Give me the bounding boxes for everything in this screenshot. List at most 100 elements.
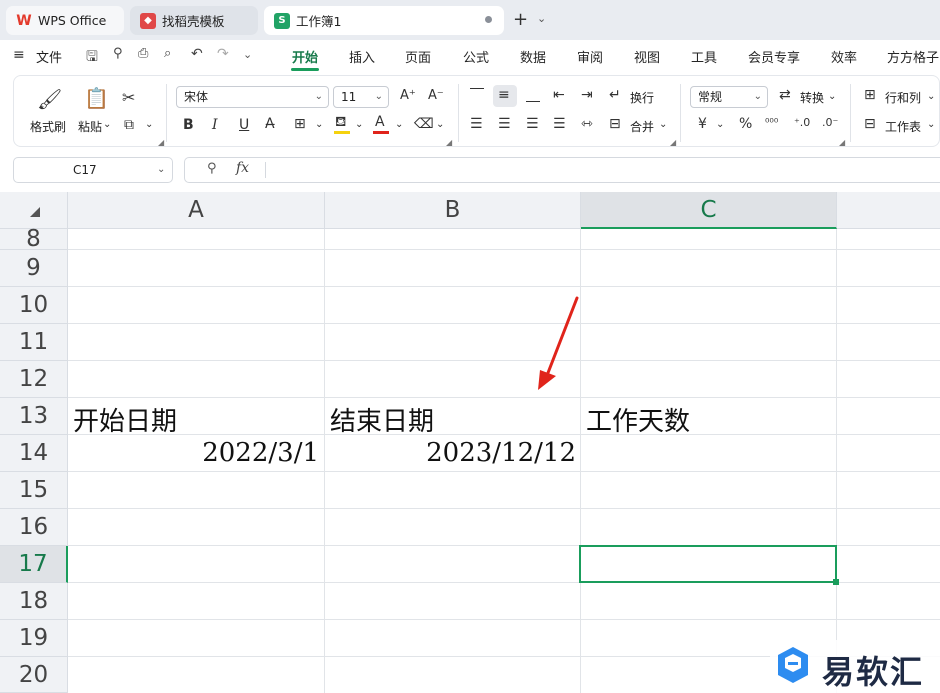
increase-font-icon[interactable]: A⁺ [400, 88, 416, 103]
align-left-icon[interactable]: ☰ [470, 116, 483, 132]
row-header-11[interactable]: 11 [0, 324, 68, 361]
menu-file[interactable]: 文件 [36, 47, 62, 66]
clear-format-icon[interactable]: ⌫ [414, 116, 434, 132]
strikethrough-icon[interactable]: A̶ [265, 116, 275, 132]
row-col-dropdown-icon[interactable]: ⌄ [927, 91, 935, 102]
function-icon[interactable]: fx [236, 160, 249, 176]
tab-wps-office[interactable]: W WPS Office [6, 6, 124, 35]
menu-data[interactable]: 数据 [520, 47, 546, 66]
row-header-12[interactable]: 12 [0, 361, 68, 398]
border-icon[interactable]: ⊞ [294, 116, 306, 132]
worksheet-icon[interactable]: ⊟ [864, 116, 876, 132]
underline-button[interactable]: U [239, 117, 249, 133]
cell-c13[interactable]: 工作天数 [586, 401, 690, 438]
print-preview-icon[interactable]: ⌕ [164, 46, 171, 61]
chevron-down-icon[interactable]: ⌄ [157, 164, 165, 175]
align-top-icon[interactable]: ⎺ [470, 87, 484, 103]
wrap-text-icon[interactable]: ↵ [609, 87, 621, 103]
print-icon[interactable]: ⎙ [138, 46, 148, 61]
fill-handle[interactable] [833, 579, 839, 585]
tab-workbook[interactable]: S 工作簿1 [264, 6, 504, 35]
cell-a14[interactable]: 2022/3/1 [200, 438, 319, 468]
column-header-a[interactable]: A [68, 192, 325, 229]
redo-icon[interactable]: ↷ [217, 46, 229, 62]
paste-dropdown-icon[interactable]: ⌄ [103, 119, 111, 130]
align-middle-icon[interactable]: ≡ [498, 87, 510, 103]
row-header-10[interactable]: 10 [0, 287, 68, 324]
chevron-down-icon[interactable]: ⌄ [537, 12, 546, 25]
worksheet-dropdown-icon[interactable]: ⌄ [927, 119, 935, 130]
menu-home[interactable]: 开始 [292, 47, 318, 66]
clear-dropdown-icon[interactable]: ⌄ [436, 119, 444, 130]
decrease-font-icon[interactable]: A⁻ [428, 88, 444, 103]
font-color-dropdown-icon[interactable]: ⌄ [395, 119, 403, 130]
menu-insert[interactable]: 插入 [349, 47, 375, 66]
row-header-16[interactable]: 16 [0, 509, 68, 546]
merge-dropdown-icon[interactable]: ⌄ [659, 119, 667, 130]
dialog-launcher-icon[interactable]: ◢ [158, 138, 164, 147]
decrease-indent-icon[interactable]: ⇤ [553, 87, 565, 103]
row-header-19[interactable]: 19 [0, 620, 68, 657]
quick-access-dropdown-icon[interactable]: ⌄ [243, 48, 252, 61]
menu-formula[interactable]: 公式 [463, 47, 489, 66]
italic-button[interactable]: I [212, 117, 218, 133]
decrease-decimal-icon[interactable]: .0⁻ [822, 116, 838, 129]
wrap-text-label[interactable]: 换行 [630, 89, 654, 106]
column-header-b[interactable]: B [325, 192, 581, 229]
share-icon[interactable]: ⚲ [113, 46, 123, 61]
menu-ffgz[interactable]: 方方格子 [887, 47, 939, 66]
row-header-13[interactable]: 13 [0, 398, 68, 435]
row-header-17[interactable]: 17 [0, 546, 68, 583]
menu-review[interactable]: 审阅 [577, 47, 603, 66]
paste-icon[interactable]: 📋 [84, 86, 109, 110]
formula-input[interactable] [184, 157, 940, 183]
paste-label[interactable]: 粘贴 [78, 118, 102, 135]
font-color-icon[interactable]: A [375, 114, 385, 130]
currency-button[interactable]: ¥ [698, 116, 707, 132]
row-header-14[interactable]: 14 [0, 435, 68, 472]
currency-dropdown-icon[interactable]: ⌄ [716, 119, 724, 130]
merge-label[interactable]: 合并 [630, 118, 654, 135]
dialog-launcher-icon[interactable]: ◢ [839, 138, 845, 147]
increase-decimal-icon[interactable]: ⁺.0 [794, 116, 810, 129]
thousands-icon[interactable]: ⁰⁰⁰ [765, 116, 778, 129]
format-painter-icon[interactable]: 🖌 [37, 87, 62, 111]
percent-button[interactable]: % [739, 116, 752, 132]
font-name-dropdown[interactable]: 宋体 ⌄ [176, 86, 329, 108]
font-size-dropdown[interactable]: 11 ⌄ [333, 86, 389, 108]
menu-efficiency[interactable]: 效率 [831, 47, 857, 66]
save-icon[interactable]: 🖫 [86, 46, 98, 70]
justify-icon[interactable]: ☰ [553, 116, 566, 132]
format-painter-label[interactable]: 格式刷 [30, 118, 66, 135]
dialog-launcher-icon[interactable]: ◢ [670, 138, 676, 147]
new-tab-icon[interactable]: + [513, 9, 528, 30]
worksheet-label[interactable]: 工作表 [885, 118, 921, 135]
row-col-icon[interactable]: ⊞ [864, 87, 876, 103]
row-col-label[interactable]: 行和列 [885, 89, 921, 106]
border-dropdown-icon[interactable]: ⌄ [315, 119, 323, 130]
cell-b13[interactable]: 结束日期 [330, 401, 434, 438]
fill-dropdown-icon[interactable]: ⌄ [355, 119, 363, 130]
row-header-18[interactable]: 18 [0, 583, 68, 620]
row-header-9[interactable]: 9 [0, 250, 68, 287]
copy-dropdown-icon[interactable]: ⌄ [145, 119, 153, 130]
align-right-icon[interactable]: ☰ [526, 116, 539, 132]
merge-icon[interactable]: ⊟ [609, 116, 621, 132]
fill-color-icon[interactable]: ⛾ [335, 114, 346, 132]
convert-label[interactable]: 转换 [800, 89, 824, 106]
menu-vip[interactable]: 会员专享 [748, 47, 800, 66]
menu-page[interactable]: 页面 [405, 47, 431, 66]
active-cell-c17[interactable] [579, 545, 837, 583]
copy-icon[interactable]: ⧉ [124, 117, 134, 133]
row-header-8[interactable]: 8 [0, 228, 68, 251]
undo-icon[interactable]: ↶ [191, 46, 203, 62]
hamburger-icon[interactable]: ≡ [13, 47, 25, 63]
row-header-20[interactable]: 20 [0, 657, 68, 693]
number-format-dropdown[interactable]: 常规 ⌄ [690, 86, 768, 108]
convert-icon[interactable]: ⇄ [779, 87, 791, 103]
align-center-icon[interactable]: ☰ [498, 116, 511, 132]
cut-icon[interactable]: ✂ [122, 88, 135, 107]
cell-b14[interactable]: 2023/12/12 [400, 438, 576, 468]
cell-a13[interactable]: 开始日期 [73, 401, 177, 438]
increase-indent-icon[interactable]: ⇥ [581, 87, 593, 103]
